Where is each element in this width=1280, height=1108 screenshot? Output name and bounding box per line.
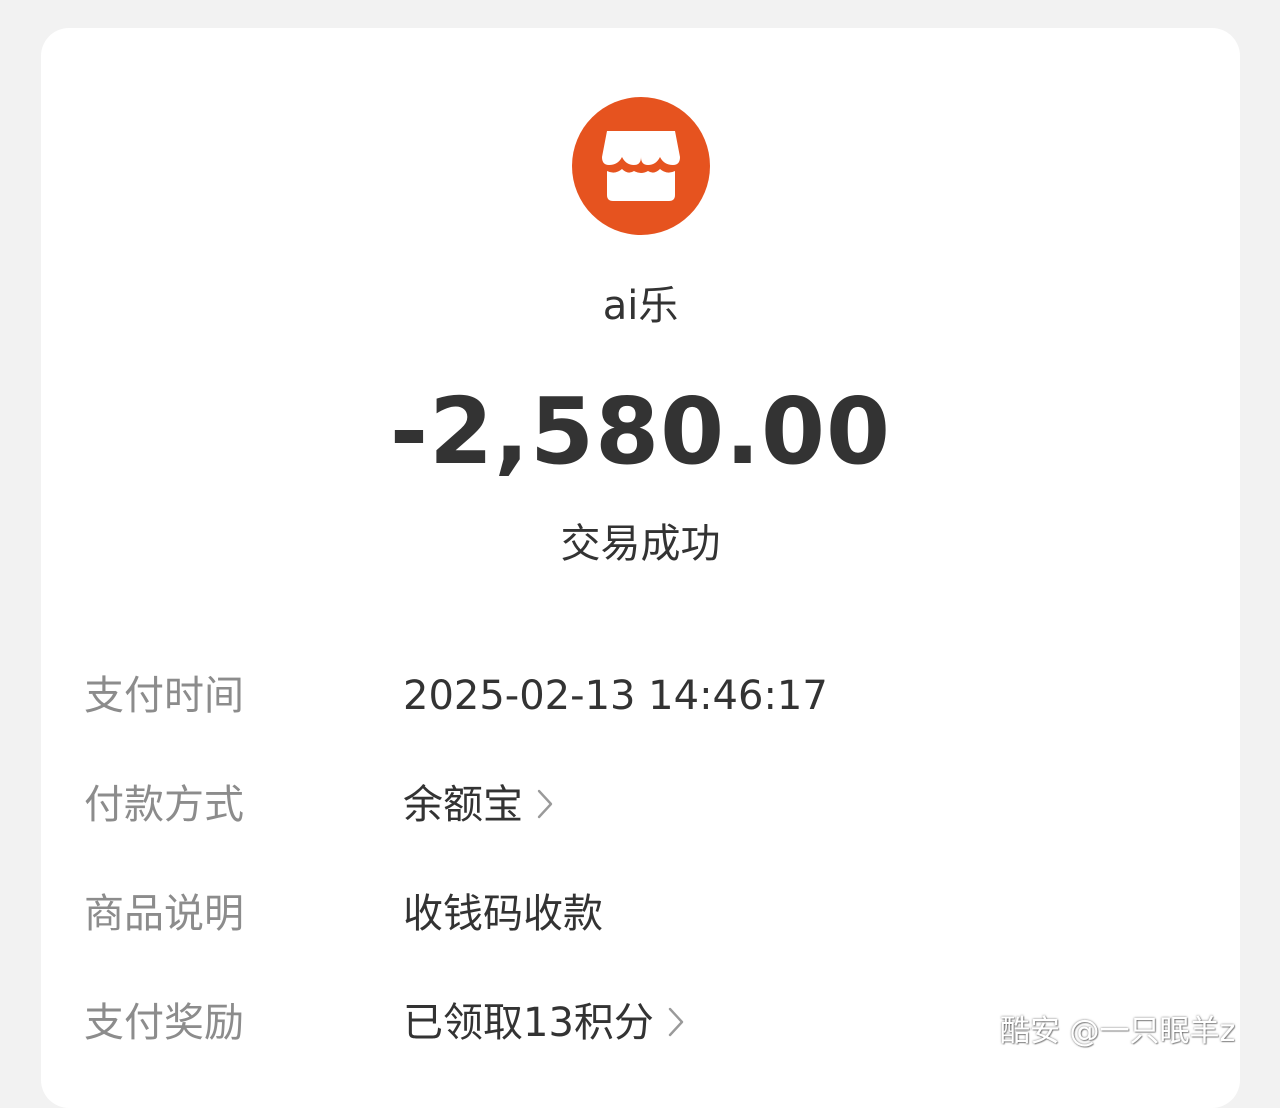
product-description-value: 收钱码收款 — [403, 891, 603, 937]
storefront-icon — [602, 131, 680, 201]
merchant-name[interactable]: ai乐 — [41, 280, 1240, 332]
detail-row-payment-method[interactable]: 付款方式 余额宝 — [41, 775, 1240, 835]
merchant-avatar[interactable] — [572, 97, 710, 235]
detail-label: 付款方式 — [84, 782, 244, 828]
transaction-status: 交易成功 — [560, 521, 721, 567]
watermark: 酷安 @一只眠羊z — [1000, 1014, 1236, 1049]
payment-reward-value[interactable]: 已领取13积分 — [403, 993, 684, 1053]
chevron-right-icon — [537, 789, 553, 819]
payment-time-value: 2025-02-13 14:46:17 — [403, 673, 828, 719]
payment-method-text: 余额宝 — [403, 782, 523, 828]
transaction-detail-card: ai乐 -2,580.00 交易成功 支付时间 2025-02-13 14:46… — [41, 28, 1240, 1108]
payment-method-value[interactable]: 余额宝 — [403, 775, 553, 835]
payment-reward-text: 已领取13积分 — [403, 1000, 654, 1046]
detail-label: 支付时间 — [84, 673, 244, 719]
detail-row-payment-time: 支付时间 2025-02-13 14:46:17 — [41, 666, 1240, 726]
detail-row-product-description: 商品说明 收钱码收款 — [41, 884, 1240, 944]
chevron-right-icon — [668, 1007, 684, 1037]
transaction-amount: -2,580.00 — [389, 378, 892, 485]
detail-label: 商品说明 — [84, 891, 244, 937]
detail-label: 支付奖励 — [84, 1000, 244, 1046]
